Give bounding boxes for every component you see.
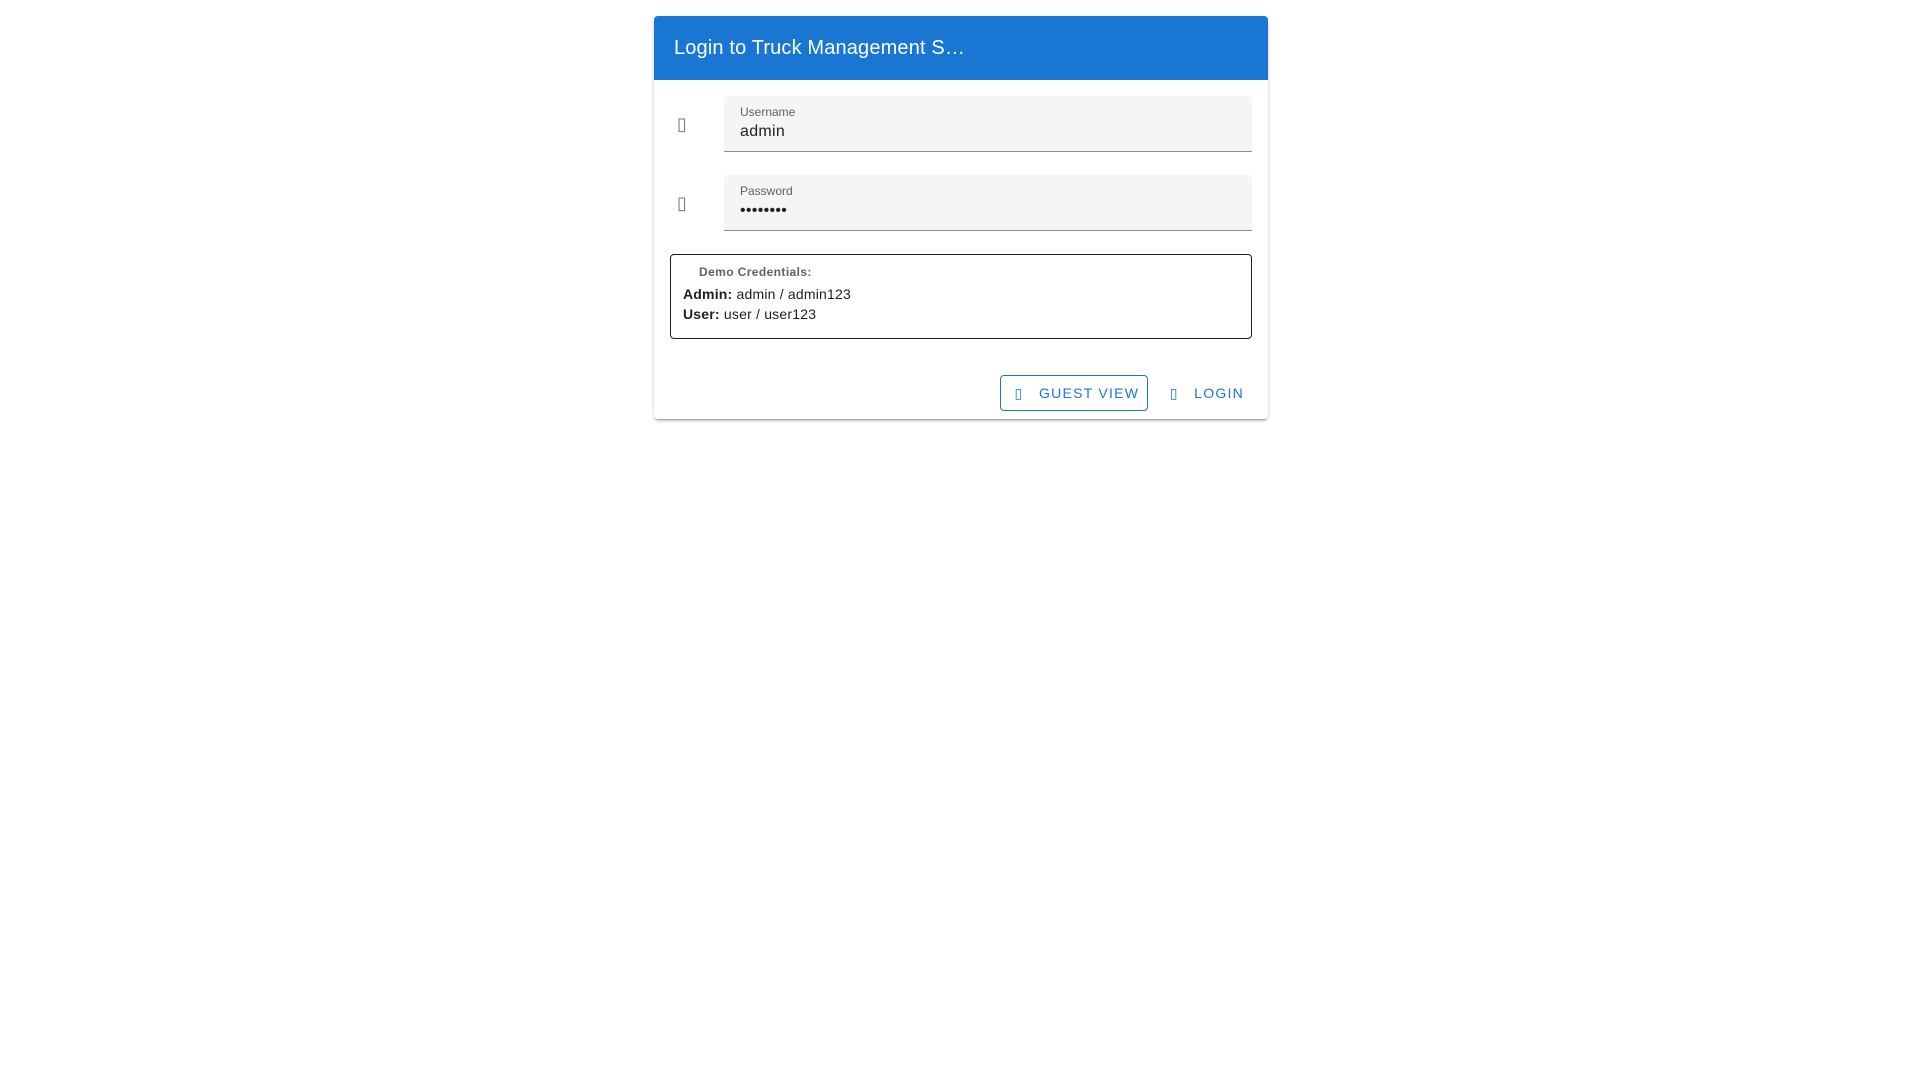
account-icon: ▯ xyxy=(677,113,687,134)
login-button[interactable]: ▯ Login xyxy=(1160,375,1252,411)
demo-line-admin: Admin: admin / admin123 xyxy=(683,284,1239,304)
demo-value-user: user / user123 xyxy=(723,306,817,322)
username-field[interactable]: Username xyxy=(724,96,1252,152)
page: Login to Truck Management S… ▯ Username … xyxy=(0,0,1920,1080)
guest-view-label: Guest View xyxy=(1039,385,1140,401)
username-label: Username xyxy=(740,105,796,119)
dialog-toolbar: Login to Truck Management S… xyxy=(654,16,1268,80)
dialog-title: Login to Truck Management S… xyxy=(674,36,966,59)
login-label: Login xyxy=(1194,385,1244,401)
guest-view-button[interactable]: ▯ Guest View xyxy=(1000,375,1149,411)
demo-line-user: User: user / user123 xyxy=(683,304,1239,324)
lock-icon: ▯ xyxy=(677,192,687,213)
password-field[interactable]: Password xyxy=(724,175,1252,231)
demo-key-user: User: xyxy=(683,306,720,322)
login-icon: ▯ xyxy=(1169,384,1179,401)
username-row: ▯ Username xyxy=(670,96,1252,152)
password-label: Password xyxy=(740,184,793,198)
dialog-actions: ▯ Guest View ▯ Login xyxy=(654,339,1268,419)
password-input[interactable] xyxy=(740,202,1236,220)
demo-value-admin: admin / admin123 xyxy=(736,286,852,302)
eye-icon: ▯ xyxy=(1014,384,1024,401)
username-input[interactable] xyxy=(740,123,1236,141)
password-row: ▯ Password xyxy=(670,175,1252,231)
demo-key-admin: Admin: xyxy=(683,286,733,302)
dialog-body: ▯ Username ▯ Password Demo Credentials: … xyxy=(654,80,1268,339)
demo-credentials-title: Demo Credentials: xyxy=(699,265,812,279)
login-dialog: Login to Truck Management S… ▯ Username … xyxy=(652,16,1270,431)
demo-credentials-box: Demo Credentials: Admin: admin / admin12… xyxy=(670,254,1252,339)
